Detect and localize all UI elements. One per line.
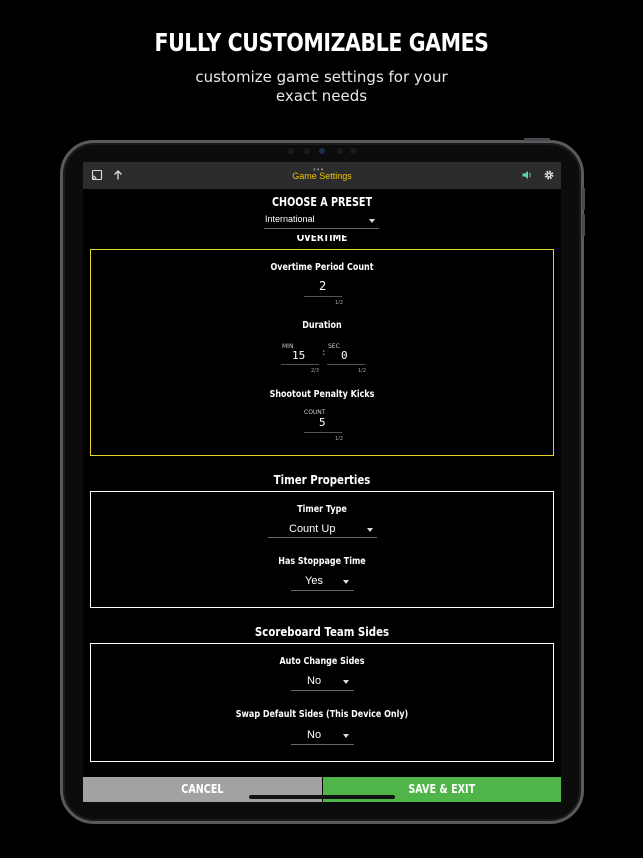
auto-change-sides-dropdown[interactable]: No — [307, 675, 355, 690]
preset-dropdown[interactable]: International — [264, 214, 379, 229]
auto-change-sides-value: No — [307, 675, 322, 687]
swap-default-sides-value: No — [307, 729, 322, 741]
duration-min-input[interactable]: 15 — [292, 349, 305, 362]
camera-bar — [282, 146, 362, 156]
stoppage-time-underline — [291, 590, 354, 591]
promo-subline: customize game settings for your exact n… — [0, 68, 643, 106]
overtime-period-count-label: Overtime Period Count — [270, 262, 374, 273]
chevron-down-icon — [367, 528, 373, 532]
cancel-button-label: CANCEL — [181, 782, 224, 796]
shootout-label: Shootout Penalty Kicks — [269, 389, 375, 400]
overtime-period-count-underline — [304, 296, 342, 297]
duration-label: Duration — [302, 320, 342, 331]
preset-selected-value: International — [265, 214, 315, 224]
volume-button-2 — [582, 214, 585, 236]
auto-change-sides-underline — [291, 690, 354, 691]
stoppage-time-value: Yes — [305, 575, 323, 587]
stoppage-time-dropdown[interactable]: Yes — [305, 575, 353, 590]
chevron-down-icon — [343, 580, 349, 584]
overtime-period-count-input[interactable]: 2 — [319, 279, 326, 293]
overtime-heading-clip: OVERTIME — [83, 235, 561, 243]
team-sides-heading: Scoreboard Team Sides — [254, 625, 390, 639]
duration-min-hint: 2/3 — [311, 368, 320, 374]
stoppage-time-label: Has Stoppage Time — [278, 556, 366, 567]
shootout-input[interactable]: 5 — [319, 416, 326, 429]
shootout-hint: 1/2 — [335, 436, 344, 442]
swap-default-sides-underline — [291, 744, 354, 745]
promo-headline: FULLY CUSTOMIZABLE GAMES — [154, 28, 489, 57]
speaker-icon[interactable] — [521, 169, 533, 181]
timer-type-underline — [268, 537, 377, 538]
timer-type-label: Timer Type — [297, 504, 347, 515]
top-bar: ••• Game Settings — [83, 162, 561, 189]
chevron-down-icon — [369, 219, 375, 223]
swap-default-sides-dropdown[interactable]: No — [307, 729, 355, 744]
chevron-down-icon — [343, 734, 349, 738]
shootout-caption: COUNT — [304, 409, 326, 416]
team-sides-section: Auto Change Sides No Swap Default Sides … — [90, 643, 554, 762]
duration-min-underline — [281, 364, 319, 365]
duration-sec-caption: SEC — [328, 343, 340, 350]
power-button — [524, 138, 550, 141]
duration-sec-input[interactable]: 0 — [341, 349, 348, 362]
promo-subline-line-1: customize game settings for your — [195, 68, 448, 86]
timer-type-dropdown[interactable]: Count Up — [289, 523, 379, 538]
overtime-heading: OVERTIME — [296, 235, 348, 243]
overtime-period-count-hint: 1/2 — [335, 300, 344, 306]
timer-type-value: Count Up — [289, 523, 336, 535]
auto-change-sides-label: Auto Change Sides — [279, 656, 365, 667]
screen-title: Game Settings — [292, 171, 352, 181]
timer-properties-section: Timer Type Count Up Has Stoppage Time Ye… — [90, 491, 554, 608]
duration-sec-hint: 1/2 — [358, 368, 367, 374]
duration-separator: : — [321, 348, 327, 358]
promo-subline-line-2: exact needs — [275, 87, 368, 105]
volume-button — [582, 188, 585, 210]
home-indicator[interactable] — [249, 795, 395, 799]
overtime-section: Overtime Period Count 2 1/2 Duration MIN… — [90, 249, 554, 456]
gear-icon[interactable] — [543, 169, 555, 181]
save-exit-button-label: SAVE & EXIT — [408, 782, 476, 796]
chevron-down-icon — [343, 680, 349, 684]
shootout-underline — [304, 432, 342, 433]
preset-heading: CHOOSE A PRESET — [272, 195, 372, 209]
duration-sec-underline — [327, 364, 365, 365]
timer-properties-heading: Timer Properties — [273, 473, 371, 487]
swap-default-sides-label: Swap Default Sides (This Device Only) — [235, 709, 409, 720]
app-screen: ••• Game Settings CHOOSE A PRESET Intern… — [83, 162, 561, 802]
